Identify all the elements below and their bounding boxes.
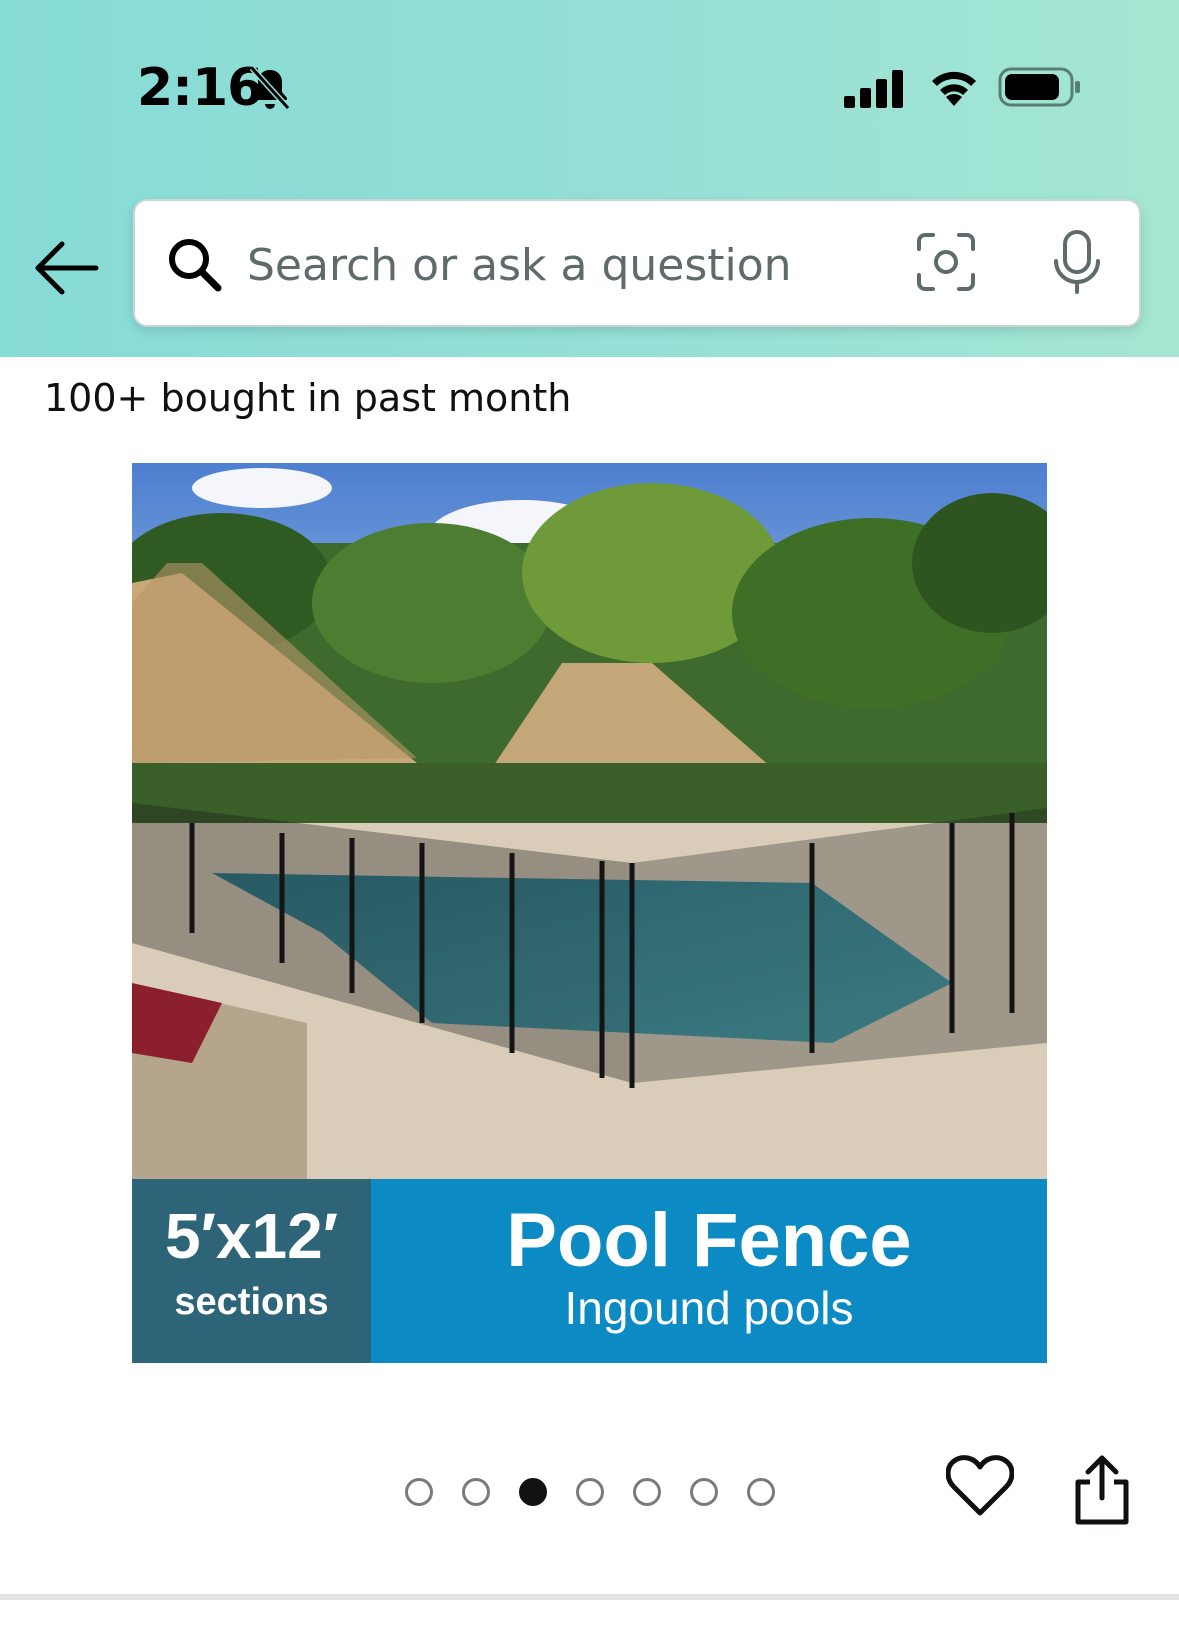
pagination-dot[interactable]: [633, 1478, 661, 1506]
pagination-dot[interactable]: [747, 1478, 775, 1506]
size-caption: sections: [174, 1281, 329, 1323]
microphone-icon[interactable]: [1050, 229, 1104, 295]
bought-count-text: 100+ bought in past month: [44, 376, 572, 420]
wifi-icon: [932, 71, 976, 106]
section-divider: [0, 1594, 1179, 1600]
status-bar: 2:16: [0, 0, 1179, 180]
pool-photo: [132, 463, 1047, 1179]
size-label: 5′x12′: [164, 1200, 339, 1272]
pagination-dot[interactable]: [576, 1478, 604, 1506]
search-icon: [169, 239, 222, 292]
battery-icon: [998, 67, 1080, 107]
search-bar[interactable]: [133, 199, 1141, 327]
back-arrow-icon[interactable]: [30, 236, 104, 300]
share-icon[interactable]: [1070, 1452, 1134, 1526]
product-image[interactable]: 5′x12′ sections Pool Fence Ingound pools: [132, 463, 1047, 1363]
pagination-dot[interactable]: [462, 1478, 490, 1506]
heart-icon[interactable]: [946, 1455, 1014, 1519]
search-input[interactable]: [247, 225, 847, 305]
pagination-dot[interactable]: [405, 1478, 433, 1506]
title-banner: Pool Fence Ingound pools: [371, 1179, 1047, 1363]
banner-subtitle: Ingound pools: [564, 1282, 854, 1334]
app-header: 2:16: [0, 0, 1179, 357]
cellular-signal-icon: [844, 70, 903, 108]
banner-title: Pool Fence: [506, 1198, 912, 1283]
pagination-dot[interactable]: [690, 1478, 718, 1506]
size-banner: 5′x12′ sections: [132, 1179, 371, 1363]
camera-scan-icon[interactable]: [915, 231, 977, 293]
bell-slash-icon: [249, 65, 291, 111]
pagination-dot[interactable]: [519, 1478, 547, 1506]
status-time: 2:16: [137, 58, 263, 118]
